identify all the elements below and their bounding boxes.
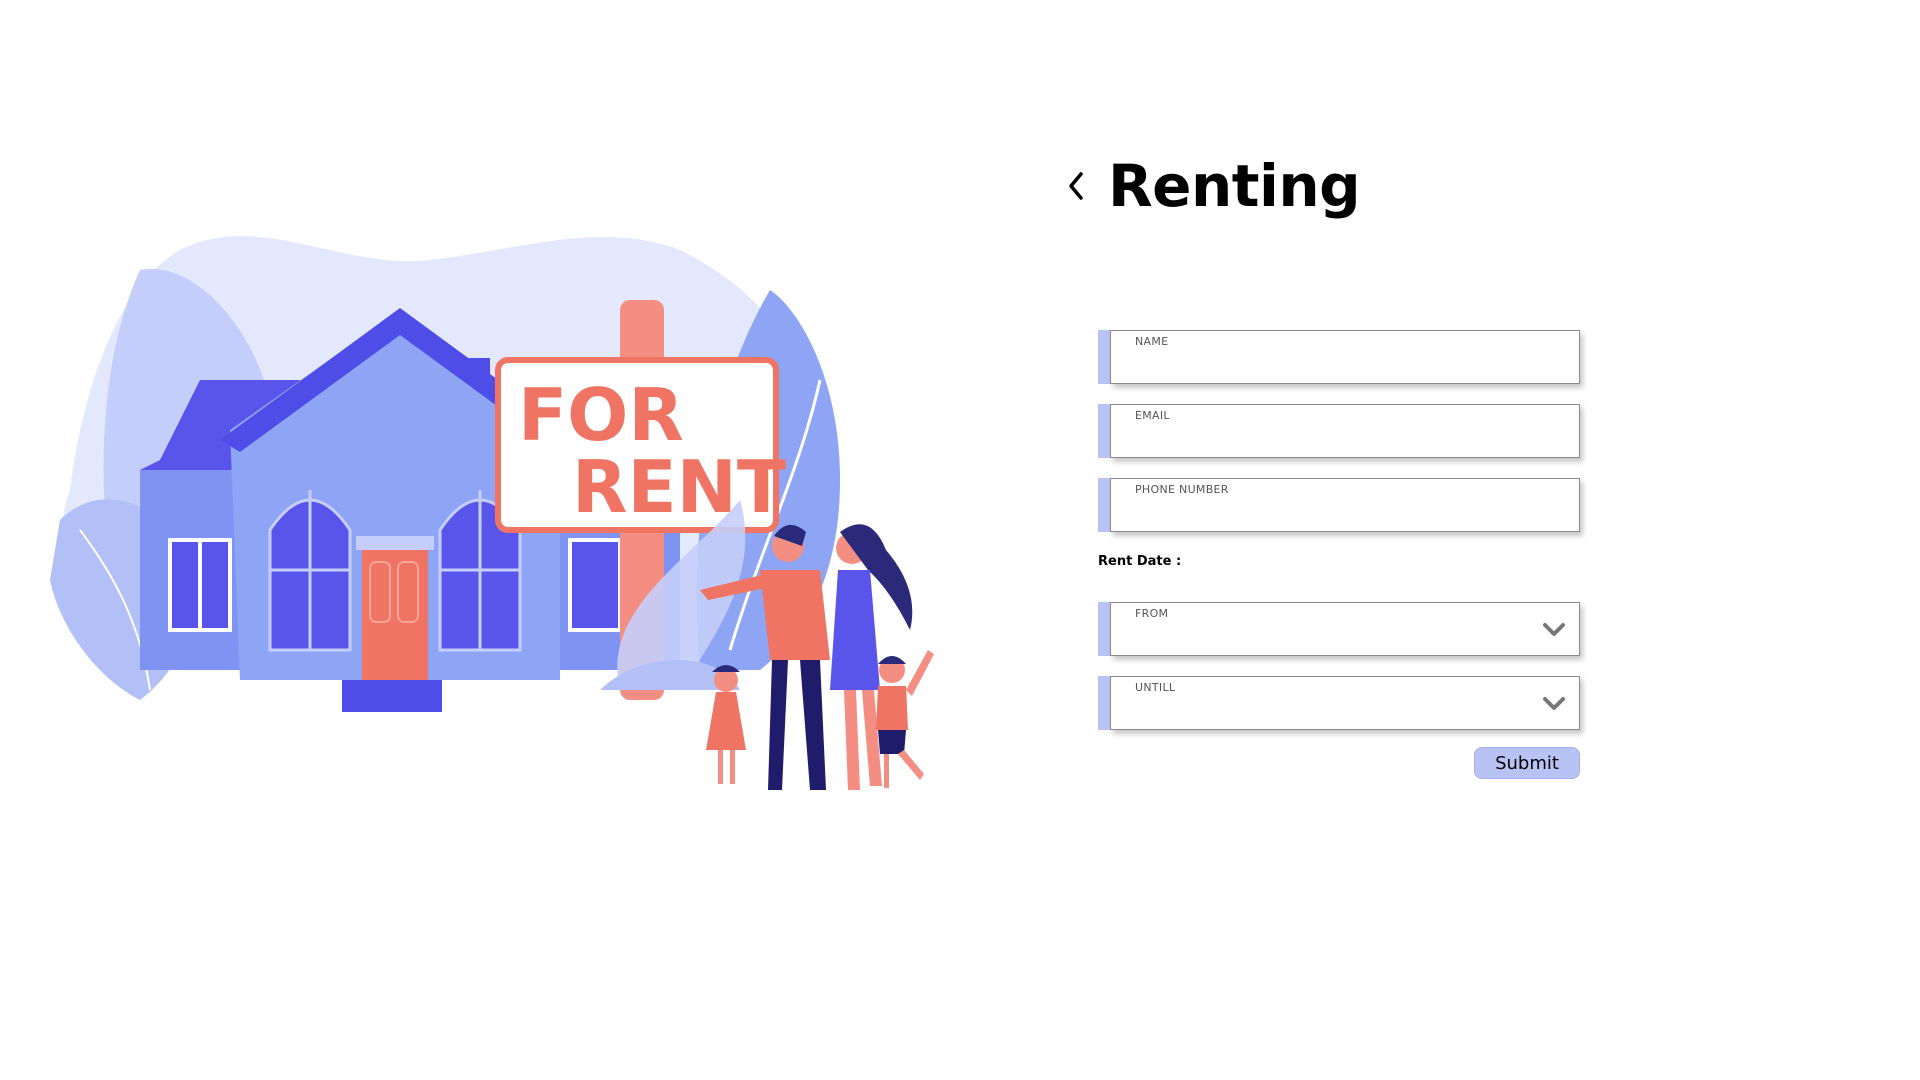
field-accent-bar <box>1098 602 1110 656</box>
from-label: FROM <box>1135 607 1169 620</box>
until-date-dropdown[interactable]: UNTILL <box>1110 676 1580 730</box>
from-date-dropdown[interactable]: FROM <box>1110 602 1580 656</box>
chevron-down-icon <box>1543 697 1565 710</box>
name-input[interactable]: NAME <box>1110 330 1580 384</box>
until-date-select[interactable]: UNTILL <box>1098 676 1580 730</box>
email-input[interactable]: EMAIL <box>1110 404 1580 458</box>
field-accent-bar <box>1098 676 1110 730</box>
chevron-left-icon <box>1069 172 1083 200</box>
phone-input[interactable]: PHONE NUMBER <box>1110 478 1580 532</box>
for-rent-illustration: FOR RENT <box>40 230 960 820</box>
email-label: EMAIL <box>1135 409 1170 422</box>
phone-field[interactable]: PHONE NUMBER <box>1098 478 1580 532</box>
sign-text-rent: RENT <box>572 445 786 529</box>
field-accent-bar <box>1098 478 1110 532</box>
field-accent-bar <box>1098 404 1110 458</box>
back-button[interactable] <box>1058 164 1094 208</box>
email-field[interactable]: EMAIL <box>1098 404 1580 458</box>
page-title: Renting <box>1108 152 1361 220</box>
name-field[interactable]: NAME <box>1098 330 1580 384</box>
field-accent-bar <box>1098 330 1110 384</box>
name-label: NAME <box>1135 335 1169 348</box>
from-date-select[interactable]: FROM <box>1098 602 1580 656</box>
renting-page: FOR RENT Renting NAME EMAIL PHONE NUMBER… <box>0 0 1920 1080</box>
rent-date-label: Rent Date : <box>1098 554 1182 569</box>
submit-button[interactable]: Submit <box>1474 747 1580 779</box>
chevron-down-icon <box>1543 623 1565 636</box>
phone-label: PHONE NUMBER <box>1135 483 1229 496</box>
until-label: UNTILL <box>1135 681 1176 694</box>
